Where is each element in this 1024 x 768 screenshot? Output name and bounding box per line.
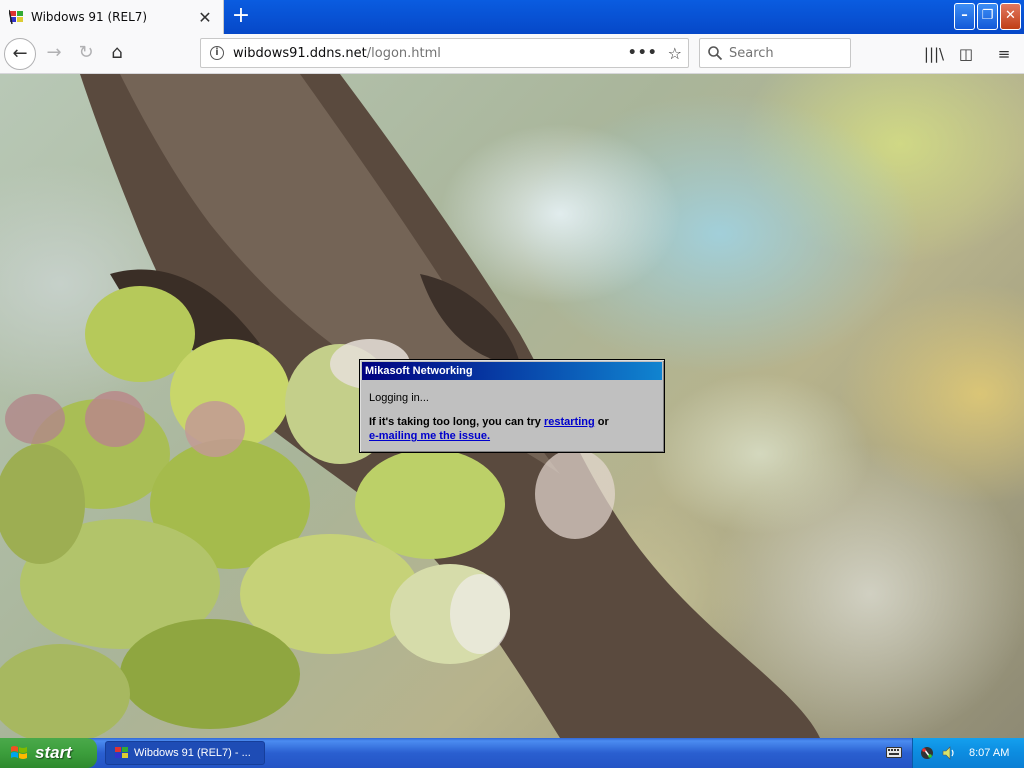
start-label: start	[35, 743, 72, 762]
url-path: /logon.html	[366, 45, 441, 61]
sidebar-toggle-icon[interactable]: ◫	[955, 43, 977, 65]
email-issue-link[interactable]: e-mailing me the issue.	[369, 430, 490, 442]
network-tray-icon[interactable]	[919, 745, 935, 761]
login-status-text: Logging in...	[369, 392, 429, 404]
back-button[interactable]: ←	[4, 38, 36, 70]
browser-window-icon	[115, 747, 128, 758]
site-info-icon[interactable]: i	[210, 46, 224, 60]
tab-title: Wibdows 91 (REL7)	[31, 10, 148, 24]
forward-button[interactable]: →	[38, 38, 70, 70]
search-bar[interactable]	[699, 38, 851, 68]
taskbar: start Wibdows 91 (REL7) - ... 8:07 AM	[0, 738, 1024, 768]
volume-tray-icon[interactable]	[941, 745, 957, 761]
taskbar-window-item[interactable]: Wibdows 91 (REL7) - ...	[105, 741, 265, 765]
reload-button[interactable]: ↻	[70, 38, 102, 70]
home-button[interactable]: ⌂	[101, 38, 133, 70]
minimize-button[interactable]: –	[954, 3, 975, 30]
hamburger-menu-icon[interactable]: ≡	[993, 43, 1015, 65]
url-bar[interactable]: i wibdows91.ddns.net/logon.html ••• ☆	[200, 38, 689, 68]
keyboard-icon[interactable]	[886, 745, 902, 759]
bookmark-star-icon[interactable]: ☆	[668, 44, 682, 63]
new-tab-button[interactable]: +	[228, 4, 254, 30]
help-message-text: If it's taking too long, you can try	[369, 416, 544, 428]
maximize-button[interactable]: ❐	[977, 3, 998, 30]
browser-tab[interactable]: Wibdows 91 (REL7) ✕	[0, 0, 224, 34]
help-message-or: or	[594, 416, 609, 428]
wibdows-favicon-icon	[9, 9, 23, 25]
dialog-title: Mikasoft Networking	[362, 362, 662, 380]
taskbar-window-label: Wibdows 91 (REL7) - ...	[134, 747, 251, 759]
library-icon[interactable]: |||\	[923, 43, 945, 65]
clock[interactable]: 8:07 AM	[969, 747, 1009, 759]
system-tray: 8:07 AM	[912, 738, 1024, 768]
search-icon	[708, 46, 723, 61]
url-text[interactable]: wibdows91.ddns.net/logon.html	[233, 46, 628, 61]
restart-link[interactable]: restarting	[544, 416, 595, 428]
close-window-button[interactable]: ✕	[1000, 3, 1021, 30]
windows-logo-icon	[11, 746, 27, 759]
browser-tab-strip: Wibdows 91 (REL7) ✕ + – ❐ ✕	[0, 0, 1024, 34]
search-input[interactable]	[729, 45, 844, 61]
start-button[interactable]: start	[0, 738, 97, 768]
navigation-toolbar: ← → ↻ ⌂ i wibdows91.ddns.net/logon.html …	[0, 34, 1024, 74]
help-message: If it's taking too long, you can try res…	[369, 415, 659, 443]
tab-close-icon[interactable]: ✕	[193, 8, 217, 27]
page-content: Mikasoft Networking Logging in... If it'…	[0, 74, 1024, 738]
login-dialog: Mikasoft Networking Logging in... If it'…	[359, 359, 665, 453]
page-actions-icon[interactable]: •••	[628, 45, 658, 61]
url-host: wibdows91.ddns.net	[233, 45, 367, 61]
